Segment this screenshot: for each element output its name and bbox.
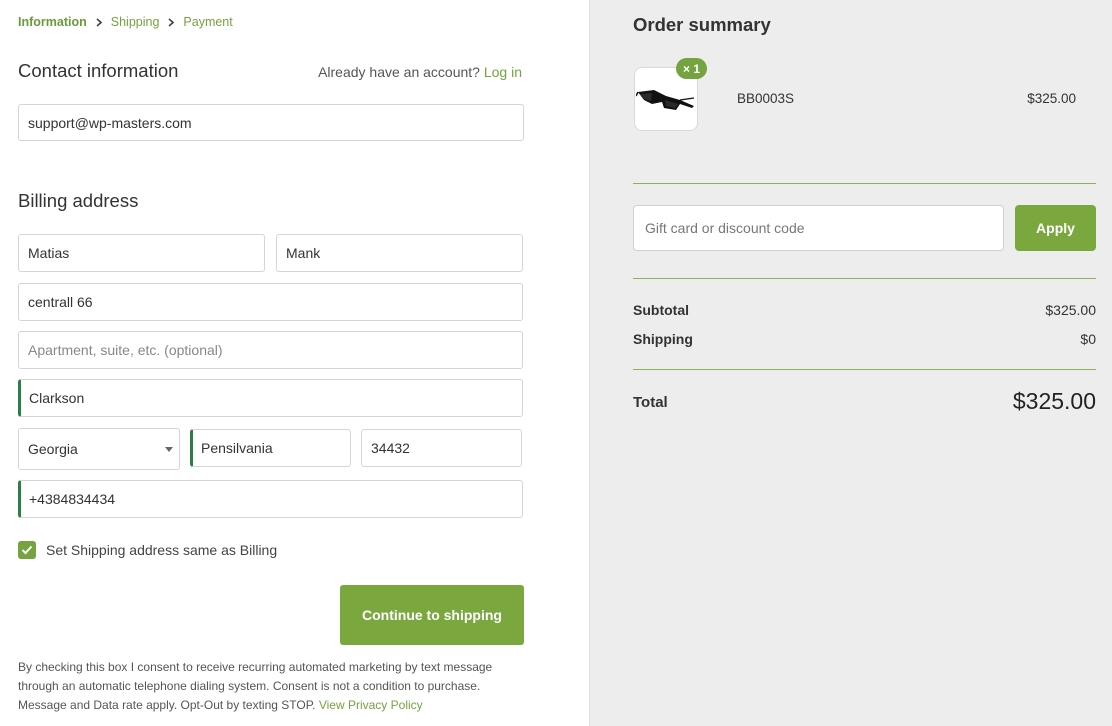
state-value: Pensilvania: [201, 440, 273, 456]
same-shipping-checkbox[interactable]: [18, 541, 36, 559]
order-summary-panel: Order summary × 1 BB0003S $325.00 Gift c…: [590, 0, 1112, 726]
checkout-form-panel: Information Shipping Payment Contact inf…: [0, 0, 590, 726]
zip-value: 34432: [371, 440, 410, 456]
same-shipping-label: Set Shipping address same as Billing: [46, 542, 278, 558]
login-link[interactable]: Log in: [484, 64, 522, 80]
country-value: Georgia: [28, 441, 78, 457]
city-field[interactable]: Clarkson: [18, 379, 523, 417]
chevron-right-icon: [96, 17, 102, 27]
breadcrumb-payment[interactable]: Payment: [183, 15, 232, 29]
summary-divider: [633, 278, 1096, 279]
account-prompt: Already have an account? Log in: [318, 64, 522, 80]
first-name-value: Matias: [28, 245, 70, 261]
sunglasses-icon: [636, 90, 695, 110]
product-price: $325.00: [1027, 91, 1076, 106]
product-name: BB0003S: [737, 91, 795, 106]
account-prompt-text: Already have an account?: [318, 64, 480, 80]
last-name-value: Mank: [286, 245, 321, 261]
breadcrumb-information[interactable]: Information: [18, 15, 87, 29]
same-shipping-row: Set Shipping address same as Billing: [18, 541, 277, 559]
country-select[interactable]: Georgia: [18, 428, 180, 470]
continue-to-shipping-button[interactable]: Continue to shipping: [340, 585, 524, 645]
last-name-field[interactable]: Mank: [276, 234, 523, 272]
email-value: support@wp-masters.com: [28, 114, 192, 131]
state-field[interactable]: Pensilvania: [190, 429, 351, 467]
chevron-right-icon: [168, 17, 175, 27]
apply-discount-button[interactable]: Apply: [1015, 205, 1096, 251]
contact-section-title: Contact information: [18, 60, 179, 81]
summary-divider: [633, 183, 1096, 184]
breadcrumb-shipping[interactable]: Shipping: [111, 15, 160, 29]
privacy-policy-link[interactable]: View Privacy Policy: [319, 698, 423, 712]
address-value: centrall 66: [28, 294, 93, 310]
email-field[interactable]: support@wp-masters.com: [18, 104, 524, 141]
order-summary-title: Order summary: [633, 14, 771, 35]
first-name-field[interactable]: Matias: [18, 234, 265, 272]
summary-divider: [633, 369, 1096, 370]
discount-placeholder: Gift card or discount code: [645, 220, 805, 236]
billing-section-title: Billing address: [18, 190, 139, 211]
apartment-field[interactable]: Apartment, suite, etc. (optional): [18, 331, 523, 369]
total-label: Total: [633, 394, 668, 411]
shipping-label: Shipping: [633, 331, 693, 347]
city-value: Clarkson: [29, 390, 85, 406]
quantity-badge: × 1: [676, 58, 707, 79]
shipping-value: $0: [1080, 331, 1096, 347]
phone-value: +4384834434: [29, 491, 116, 507]
address-field[interactable]: centrall 66: [18, 283, 523, 321]
phone-field[interactable]: +4384834434: [18, 480, 523, 518]
consent-text: By checking this box I consent to receiv…: [18, 658, 508, 715]
apartment-placeholder: Apartment, suite, etc. (optional): [28, 342, 223, 358]
total-value: $325.00: [1012, 388, 1096, 414]
breadcrumb: Information Shipping Payment: [18, 15, 233, 29]
caret-down-icon: [165, 447, 173, 452]
subtotal-label: Subtotal: [633, 302, 689, 318]
zip-field[interactable]: 34432: [361, 429, 522, 467]
subtotal-value: $325.00: [1045, 302, 1096, 318]
discount-code-input[interactable]: Gift card or discount code: [633, 205, 1004, 251]
checkmark-icon: [21, 545, 33, 555]
